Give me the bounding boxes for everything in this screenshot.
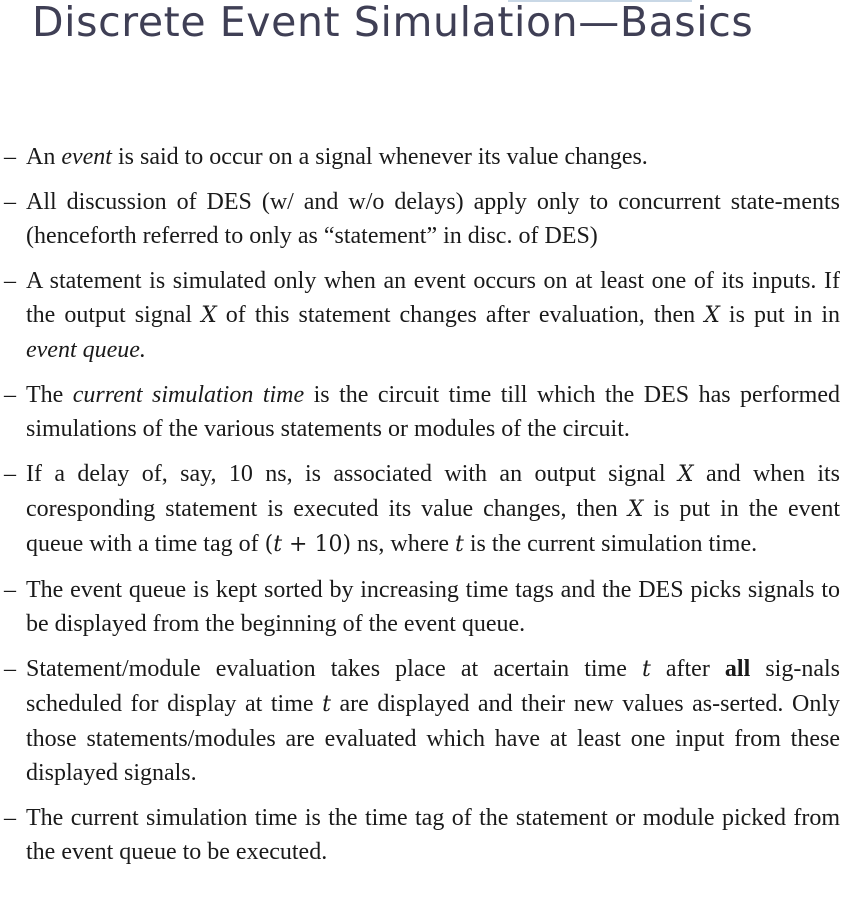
math-paren: ( <box>264 532 274 557</box>
bullet-text: of this statement changes after evaluati… <box>216 302 705 328</box>
bullet-dash: – <box>4 268 16 294</box>
bullet-dash: – <box>4 144 16 170</box>
bullet-text: is put in in <box>719 302 841 328</box>
math-variable-t: t <box>641 657 651 682</box>
bullet-item: – The current simulation time is the tim… <box>4 801 840 869</box>
bullet-item: – All discussion of DES (w/ and w/o dela… <box>4 185 840 253</box>
bullet-item: – The event queue is kept sorted by incr… <box>4 573 840 641</box>
bullet-term-event: event <box>61 144 112 170</box>
bullet-term-event-queue: event queue. <box>26 337 146 363</box>
bullet-text: If a delay of, say, 10 ns, is associated… <box>26 461 678 487</box>
slide: Discrete Event Simulation—Basics – An ev… <box>0 0 849 904</box>
slide-title: Discrete Event Simulation—Basics <box>32 0 754 46</box>
bullet-text: ns, where <box>351 531 455 557</box>
math-variable-x: X <box>677 462 694 487</box>
math-variable-x: X <box>627 497 644 522</box>
bullet-emphasis-all: all <box>724 656 751 682</box>
bullet-dash: – <box>4 461 16 487</box>
math-variable-x: X <box>704 303 720 328</box>
bullet-text: The current simulation time is the time … <box>26 805 840 865</box>
bullet-text: The event queue is kept sorted by increa… <box>26 577 840 637</box>
bullet-dash: – <box>4 382 16 408</box>
bullet-item: – If a delay of, say, 10 ns, is associat… <box>4 457 840 562</box>
bullet-text: Statement/module evaluation takes place … <box>26 656 642 682</box>
bullet-text: is said to occur on a signal whenever it… <box>111 144 648 170</box>
math-plus-ten: + 10) <box>282 532 352 557</box>
math-variable-t: t <box>273 532 283 557</box>
bullet-term-current-simulation-time: current simulation time <box>72 382 305 408</box>
bullet-item: – Statement/module evaluation takes plac… <box>4 652 840 790</box>
bullet-text: An <box>26 144 62 170</box>
bullet-text: The <box>26 382 73 408</box>
bullet-dash: – <box>4 577 16 603</box>
bullet-item: – The current simulation time is the cir… <box>4 378 840 446</box>
math-variable-x: X <box>201 303 217 328</box>
bullet-item: – An event is said to occur on a signal … <box>4 140 840 174</box>
bullet-dash: – <box>4 656 16 682</box>
bullet-list: – An event is said to occur on a signal … <box>0 140 849 880</box>
bullet-text: after <box>650 656 725 682</box>
bullet-dash: – <box>4 189 16 215</box>
bullet-text: All discussion of DES (w/ and w/o delays… <box>26 189 840 249</box>
bullet-text: is the current simulation time. <box>463 531 758 557</box>
bullet-dash: – <box>4 805 16 831</box>
math-variable-t: t <box>455 532 464 557</box>
bullet-item: – A statement is simulated only when an … <box>4 264 841 367</box>
math-variable-t: t <box>322 692 331 717</box>
